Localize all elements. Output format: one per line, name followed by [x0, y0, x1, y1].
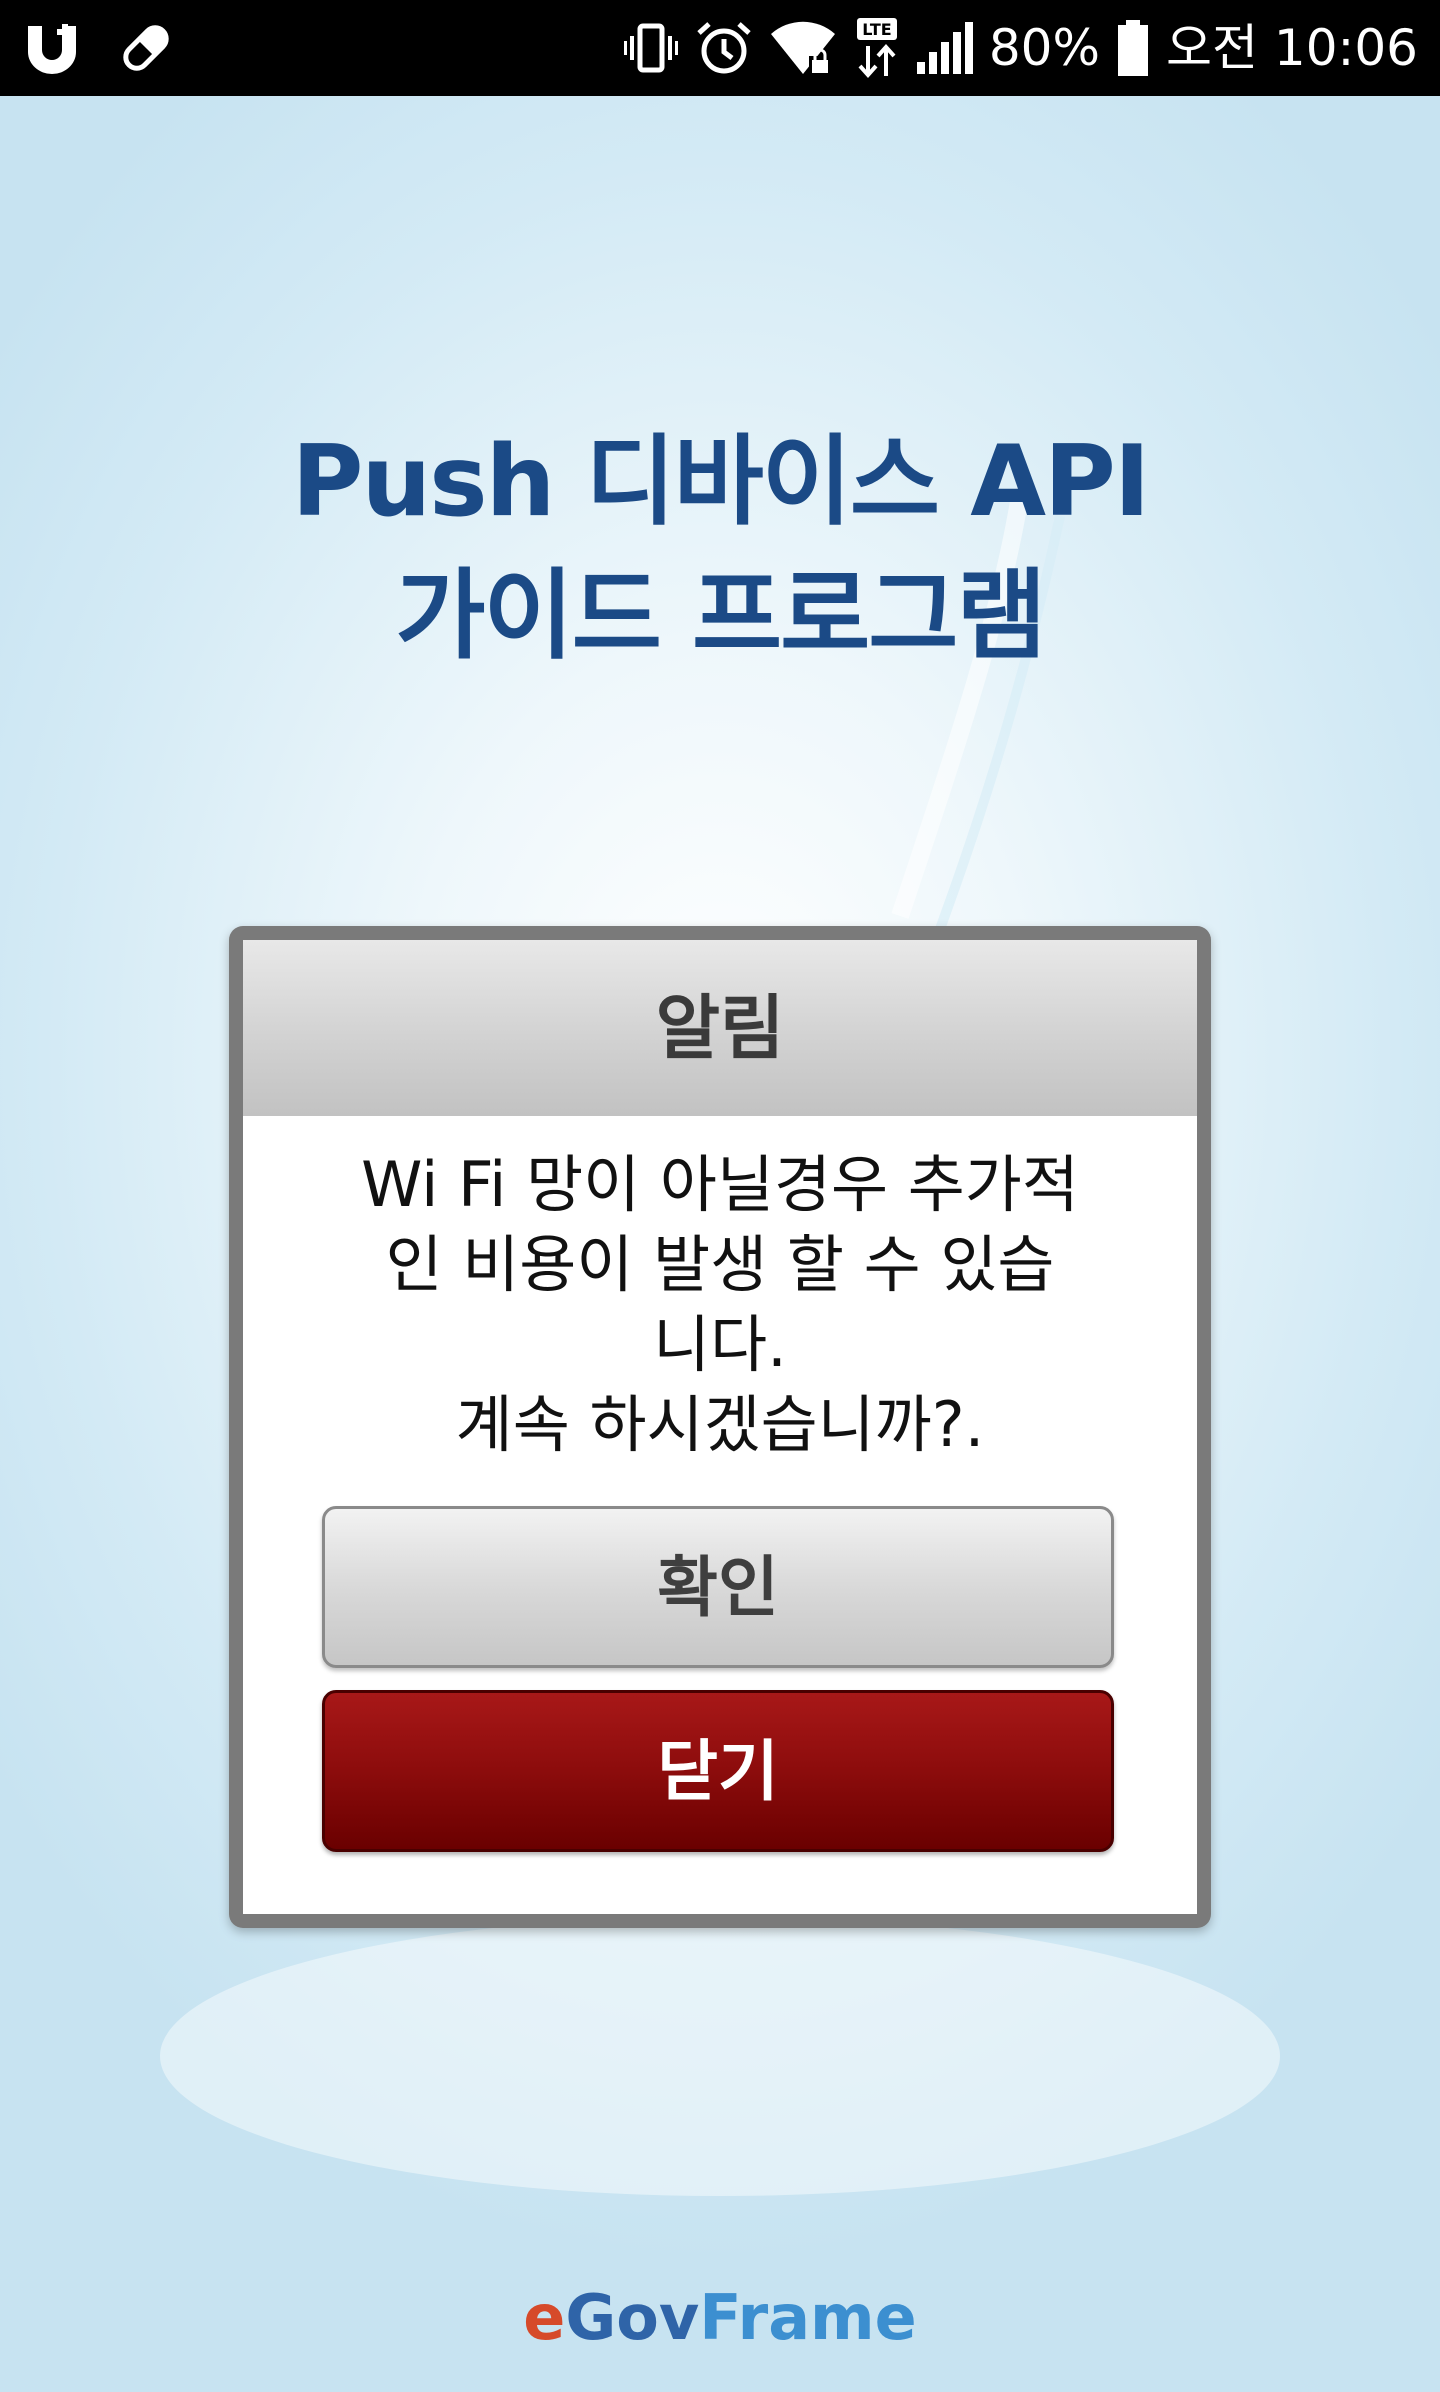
- status-bar: LTE 80% 오전 10:06: [0, 0, 1440, 96]
- logo-part-gov: Gov: [565, 2281, 700, 2354]
- svg-text:LTE: LTE: [862, 20, 891, 39]
- dialog-message: Wi Fi 망이 아닐경우 추가적 인 비용이 발생 할 수 있습 니다. 계속…: [313, 1145, 1127, 1465]
- pill-icon: [116, 18, 176, 78]
- alert-dialog-body: 알림 Wi Fi 망이 아닐경우 추가적 인 비용이 발생 할 수 있습 니다.…: [243, 940, 1197, 1914]
- app-title: Push 디바이스 API 가이드 프로그램: [0, 415, 1440, 683]
- wifi-locked-icon: [769, 18, 839, 78]
- uplus-carrier-icon: [22, 20, 86, 76]
- clock-time: 오전 10:06: [1166, 19, 1418, 77]
- logo-part-e: e: [523, 2281, 566, 2354]
- vibrate-icon: [623, 20, 679, 76]
- close-button[interactable]: 닫기: [322, 1690, 1114, 1852]
- alert-dialog: 알림 Wi Fi 망이 아닐경우 추가적 인 비용이 발생 할 수 있습 니다.…: [229, 926, 1211, 1928]
- dialog-message-line: 계속 하시겠습니까?.: [455, 1388, 985, 1461]
- battery-percent: 80%: [988, 19, 1100, 77]
- battery-icon: [1116, 18, 1150, 78]
- dialog-message-line: Wi Fi 망이 아닐경우 추가적: [361, 1148, 1079, 1221]
- lte-data-icon: LTE: [855, 16, 899, 80]
- dialog-message-line: 니다.: [653, 1308, 787, 1381]
- signal-strength-icon: [915, 20, 973, 76]
- app-title-line-1: Push 디바이스 API: [291, 425, 1151, 539]
- dialog-message-line: 인 비용이 발생 할 수 있습: [385, 1228, 1055, 1301]
- logo-part-frame: Frame: [699, 2281, 917, 2354]
- app-title-line-2: 가이드 프로그램: [395, 559, 1046, 673]
- alarm-clock-icon: [695, 19, 753, 77]
- confirm-button[interactable]: 확인: [322, 1506, 1114, 1668]
- status-right-icons: LTE 80% 오전 10:06: [623, 16, 1418, 80]
- status-left-icons: [22, 16, 176, 80]
- dialog-title: 알림: [243, 940, 1197, 1116]
- egovframe-logo: eGovFrame: [0, 2278, 1440, 2358]
